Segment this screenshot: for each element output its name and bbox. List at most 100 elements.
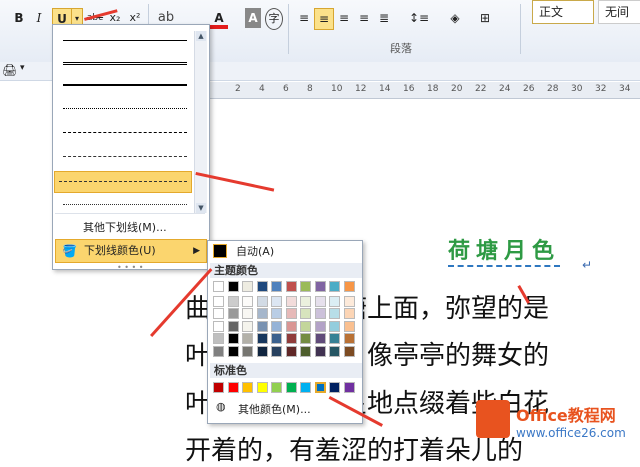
- theme-color-swatch[interactable]: [242, 295, 253, 307]
- theme-color-swatch[interactable]: [343, 281, 355, 292]
- theme-color-swatch[interactable]: [300, 281, 311, 292]
- theme-color-swatch[interactable]: [285, 308, 297, 319]
- theme-color-swatch[interactable]: [314, 320, 326, 332]
- theme-color-swatch[interactable]: [256, 295, 268, 307]
- theme-color-swatch[interactable]: [227, 333, 239, 344]
- more-underlines-item[interactable]: 其他下划线(M)...: [55, 217, 207, 239]
- theme-color-swatch[interactable]: [285, 345, 297, 357]
- theme-color-swatch[interactable]: [227, 295, 239, 307]
- theme-color-swatch[interactable]: [213, 308, 224, 319]
- theme-color-swatch[interactable]: [329, 295, 340, 307]
- theme-color-swatch[interactable]: [227, 345, 239, 357]
- theme-color-swatch[interactable]: [300, 295, 311, 307]
- align-right-icon[interactable]: ≡: [336, 8, 352, 28]
- underline-dot-dot-dash-selected[interactable]: [54, 171, 192, 193]
- theme-color-swatch[interactable]: [343, 333, 355, 344]
- theme-color-swatch[interactable]: [256, 320, 268, 332]
- standard-color-swatch[interactable]: [329, 382, 340, 393]
- theme-color-swatch[interactable]: [343, 308, 355, 319]
- theme-color-swatch[interactable]: [242, 281, 253, 292]
- theme-color-swatch[interactable]: [213, 333, 224, 344]
- align-center-icon[interactable]: ≡: [314, 8, 334, 30]
- theme-color-swatch[interactable]: [329, 281, 340, 292]
- theme-color-swatch[interactable]: [227, 308, 239, 319]
- theme-color-swatch[interactable]: [256, 333, 268, 344]
- theme-color-swatch[interactable]: [329, 345, 340, 357]
- theme-color-swatch[interactable]: [314, 308, 326, 319]
- theme-color-swatch[interactable]: [285, 320, 297, 332]
- theme-color-swatch[interactable]: [271, 320, 282, 332]
- theme-color-swatch[interactable]: [242, 333, 253, 344]
- dropdown-icon[interactable]: ▾: [20, 63, 25, 73]
- theme-color-swatch[interactable]: [314, 281, 326, 292]
- theme-color-swatch[interactable]: [242, 308, 253, 319]
- theme-color-swatch[interactable]: [271, 281, 282, 292]
- char-shading-icon[interactable]: A: [245, 8, 261, 28]
- shading-icon[interactable]: ◈: [444, 8, 466, 28]
- theme-color-swatch[interactable]: [314, 333, 326, 344]
- align-left-icon[interactable]: ≡: [296, 8, 312, 28]
- underline-dotted[interactable]: [59, 101, 191, 117]
- theme-color-swatch[interactable]: [343, 295, 355, 307]
- underline-wave[interactable]: [59, 197, 191, 213]
- italic-button[interactable]: I: [30, 8, 48, 28]
- theme-color-swatch[interactable]: [300, 333, 311, 344]
- theme-color-swatch[interactable]: [343, 320, 355, 332]
- theme-color-swatch[interactable]: [242, 345, 253, 357]
- underline-dashed[interactable]: [59, 125, 191, 141]
- distributed-icon[interactable]: ≣: [376, 8, 392, 28]
- theme-color-swatch[interactable]: [314, 345, 326, 357]
- theme-color-swatch[interactable]: [213, 295, 224, 307]
- theme-color-swatch[interactable]: [213, 320, 224, 332]
- theme-color-swatch[interactable]: [300, 345, 311, 357]
- enclose-char-icon[interactable]: 字: [265, 8, 283, 30]
- theme-color-swatch[interactable]: [213, 281, 224, 292]
- theme-color-swatch[interactable]: [314, 295, 326, 307]
- theme-color-swatch[interactable]: [271, 308, 282, 319]
- standard-color-swatch[interactable]: [227, 382, 239, 393]
- theme-color-swatch[interactable]: [256, 281, 268, 292]
- theme-color-swatch[interactable]: [329, 308, 340, 319]
- underline-single[interactable]: [59, 33, 191, 49]
- standard-color-swatch[interactable]: [256, 382, 268, 393]
- theme-color-swatch[interactable]: [256, 308, 268, 319]
- printer-icon[interactable]: 🖨: [2, 63, 17, 77]
- theme-color-swatch[interactable]: [329, 320, 340, 332]
- theme-color-swatch[interactable]: [300, 308, 311, 319]
- standard-color-swatch[interactable]: [242, 382, 253, 393]
- auto-color-item[interactable]: 自动(A): [210, 243, 358, 259]
- theme-color-swatch[interactable]: [242, 320, 253, 332]
- theme-color-swatch[interactable]: [285, 295, 297, 307]
- underline-double[interactable]: [59, 55, 191, 71]
- theme-color-swatch[interactable]: [285, 333, 297, 344]
- style-no-spacing[interactable]: 无间: [598, 0, 640, 24]
- standard-color-swatch[interactable]: [314, 382, 326, 393]
- justify-icon[interactable]: ≡: [356, 8, 372, 28]
- standard-color-swatch[interactable]: [213, 382, 224, 393]
- scroll-up-icon[interactable]: ▲: [196, 31, 206, 41]
- theme-color-swatch[interactable]: [300, 320, 311, 332]
- line-spacing-icon[interactable]: ↕≡: [408, 8, 430, 28]
- underline-dash-dot[interactable]: [59, 149, 191, 165]
- theme-color-swatch[interactable]: [227, 281, 239, 292]
- theme-color-swatch[interactable]: [256, 345, 268, 357]
- bold-button[interactable]: B: [10, 8, 28, 28]
- standard-color-swatch[interactable]: [343, 382, 355, 393]
- theme-color-swatch[interactable]: [271, 295, 282, 307]
- underline-thick[interactable]: [59, 77, 191, 93]
- style-normal[interactable]: 正文: [532, 0, 594, 24]
- theme-color-swatch[interactable]: [271, 345, 282, 357]
- borders-icon[interactable]: ⊞: [474, 8, 496, 28]
- standard-color-swatch[interactable]: [300, 382, 311, 393]
- theme-color-swatch[interactable]: [213, 345, 224, 357]
- theme-color-swatch[interactable]: [271, 333, 282, 344]
- underline-color-item[interactable]: 🪣 下划线颜色(U) ▶: [55, 239, 207, 263]
- standard-color-swatch[interactable]: [285, 382, 297, 393]
- menu-scrollbar[interactable]: ▲ ▼: [194, 31, 207, 213]
- scroll-down-icon[interactable]: ▼: [196, 203, 206, 213]
- document-title[interactable]: 荷塘月色: [448, 237, 561, 267]
- standard-color-swatch[interactable]: [271, 382, 282, 393]
- theme-color-swatch[interactable]: [343, 345, 355, 357]
- theme-color-swatch[interactable]: [285, 281, 297, 292]
- theme-color-swatch[interactable]: [329, 333, 340, 344]
